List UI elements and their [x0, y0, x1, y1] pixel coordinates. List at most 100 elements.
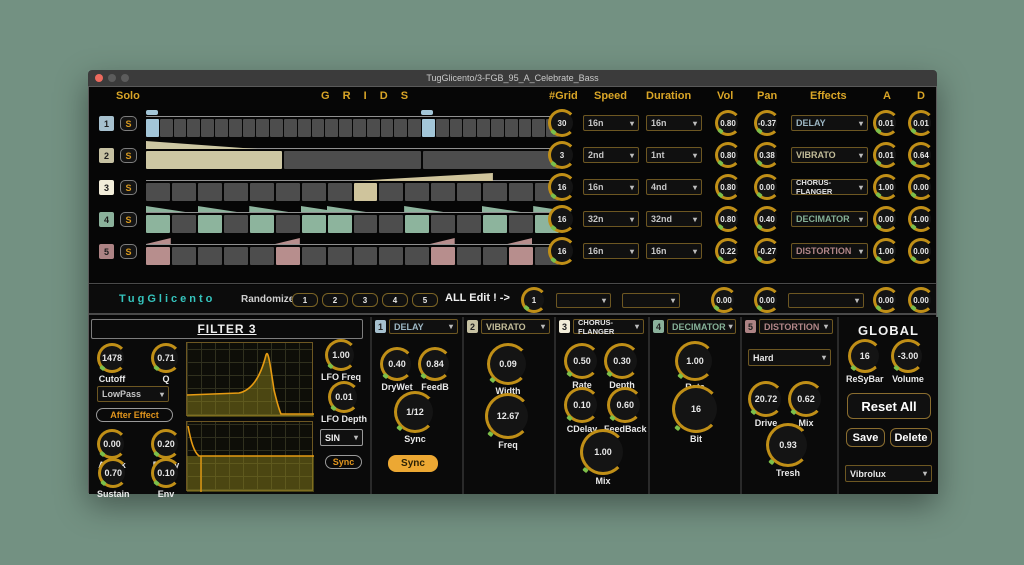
- q-knob[interactable]: 0.71Q: [151, 343, 181, 384]
- effects-select[interactable]: DECIMATOR▾: [667, 319, 736, 334]
- decay-amt-knob[interactable]: 1.00: [908, 206, 934, 232]
- minimize-icon[interactable]: [108, 74, 116, 82]
- step-cell[interactable]: [146, 215, 170, 233]
- step-cell[interactable]: [463, 119, 476, 137]
- effects-select[interactable]: CHORUS-FLANGER▾: [791, 179, 868, 195]
- grid-count-knob[interactable]: 3: [548, 141, 576, 169]
- step-cell[interactable]: [509, 183, 533, 201]
- step-cell[interactable]: [256, 119, 269, 137]
- duration-select[interactable]: 1nt▾: [646, 147, 702, 163]
- edit-grid-knob[interactable]: 1: [521, 287, 547, 313]
- sync-knob[interactable]: 1/12Sync: [394, 391, 436, 444]
- step-cell[interactable]: [405, 183, 429, 201]
- step-cell[interactable]: [431, 247, 455, 265]
- step-cell[interactable]: [457, 215, 481, 233]
- step-cell[interactable]: [215, 119, 228, 137]
- step-cell[interactable]: [483, 247, 507, 265]
- step-cell[interactable]: [367, 119, 380, 137]
- duration-select[interactable]: 16n▾: [646, 115, 702, 131]
- effects-select[interactable]: VIBRATO▾: [791, 147, 868, 163]
- track-number-chip[interactable]: 2: [99, 148, 114, 163]
- duration-select[interactable]: 32nd▾: [646, 211, 702, 227]
- step-cell[interactable]: [250, 247, 274, 265]
- track-number-chip[interactable]: 5: [99, 244, 114, 259]
- mix-knob[interactable]: 1.00Mix: [580, 429, 626, 486]
- step-cell[interactable]: [328, 183, 352, 201]
- zoom-icon[interactable]: [121, 74, 129, 82]
- cutoff-knob[interactable]: 1478Cutoff: [97, 343, 127, 384]
- step-cell[interactable]: [302, 247, 326, 265]
- step-cell[interactable]: [505, 119, 518, 137]
- speed-select[interactable]: 32n▾: [583, 211, 639, 227]
- edit-duration-select[interactable]: ▾: [622, 293, 680, 308]
- randomize-track-4-button[interactable]: 4: [382, 293, 408, 307]
- filter-type-select[interactable]: LowPass▾: [97, 386, 169, 402]
- step-cell[interactable]: [509, 215, 533, 233]
- step-cell[interactable]: [450, 119, 463, 137]
- step-cell[interactable]: [198, 247, 222, 265]
- track-number-chip[interactable]: 4: [99, 212, 114, 227]
- step-cell[interactable]: [146, 183, 170, 201]
- step-cell[interactable]: [354, 215, 378, 233]
- edit-decay-knob[interactable]: 0.00: [908, 287, 934, 313]
- lfo-depth-knob[interactable]: 0.01LFO Depth: [321, 381, 367, 424]
- preset-select[interactable]: Vibrolux▾: [845, 465, 932, 482]
- pan-knob[interactable]: -0.27: [754, 238, 780, 264]
- cdelay-knob[interactable]: 0.10CDelay: [564, 387, 600, 434]
- speed-select[interactable]: 16n▾: [583, 243, 639, 259]
- effects-select[interactable]: DISTORTION▾: [791, 243, 868, 259]
- step-cell[interactable]: [379, 215, 403, 233]
- vol-knob[interactable]: 0.80: [715, 174, 741, 200]
- decay-amt-knob[interactable]: 0.01: [908, 110, 934, 136]
- speed-select[interactable]: 16n▾: [583, 115, 639, 131]
- step-cell[interactable]: [270, 119, 283, 137]
- step-cell[interactable]: [276, 215, 300, 233]
- edit-speed-select[interactable]: ▾: [556, 293, 611, 308]
- track-number-chip[interactable]: 3: [99, 180, 114, 195]
- rate-knob[interactable]: 0.50Rate: [564, 343, 600, 390]
- step-cell[interactable]: [198, 183, 222, 201]
- step-cell[interactable]: [483, 183, 507, 201]
- grid-count-knob[interactable]: 30: [548, 109, 576, 137]
- step-cell[interactable]: [298, 119, 311, 137]
- drywet-knob[interactable]: 0.40DryWet: [380, 347, 414, 392]
- step-cell[interactable]: [146, 247, 170, 265]
- decay-amt-knob[interactable]: 0.00: [908, 238, 934, 264]
- step-cell[interactable]: [174, 119, 187, 137]
- randomize-track-3-button[interactable]: 3: [352, 293, 378, 307]
- step-cell[interactable]: [354, 183, 378, 201]
- step-cell[interactable]: [224, 183, 248, 201]
- step-cell[interactable]: [509, 247, 533, 265]
- depth-knob[interactable]: 0.30Depth: [604, 343, 640, 390]
- step-cell[interactable]: [328, 215, 352, 233]
- attack-amt-knob[interactable]: 0.01: [873, 110, 899, 136]
- solo-button[interactable]: S: [120, 116, 137, 131]
- step-cell[interactable]: [243, 119, 256, 137]
- solo-button[interactable]: S: [120, 148, 137, 163]
- step-cell[interactable]: [146, 151, 282, 169]
- step-cell[interactable]: [146, 119, 159, 137]
- attack-amt-knob[interactable]: 0.00: [873, 206, 899, 232]
- pan-knob[interactable]: -0.37: [754, 110, 780, 136]
- step-cell[interactable]: [394, 119, 407, 137]
- effects-select[interactable]: VIBRATO▾: [481, 319, 550, 334]
- step-cell[interactable]: [276, 247, 300, 265]
- step-cell[interactable]: [250, 183, 274, 201]
- step-cell[interactable]: [436, 119, 449, 137]
- step-cell[interactable]: [408, 119, 421, 137]
- effects-select[interactable]: DECIMATOR▾: [791, 211, 868, 227]
- step-cell[interactable]: [284, 119, 297, 137]
- step-cell[interactable]: [477, 119, 490, 137]
- solo-button[interactable]: S: [120, 180, 137, 195]
- filter-sync-button[interactable]: Sync: [325, 455, 362, 469]
- distortion-mode-select[interactable]: Hard▾: [748, 349, 831, 366]
- step-cell[interactable]: [431, 215, 455, 233]
- mix-knob[interactable]: 0.62Mix: [788, 381, 824, 428]
- step-cell[interactable]: [379, 247, 403, 265]
- step-cell[interactable]: [284, 151, 420, 169]
- bit-knob[interactable]: 16Bit: [672, 385, 720, 444]
- delete-button[interactable]: Delete: [890, 428, 932, 447]
- step-cell[interactable]: [224, 247, 248, 265]
- step-cell[interactable]: [532, 119, 545, 137]
- decay-amt-knob[interactable]: 0.64: [908, 142, 934, 168]
